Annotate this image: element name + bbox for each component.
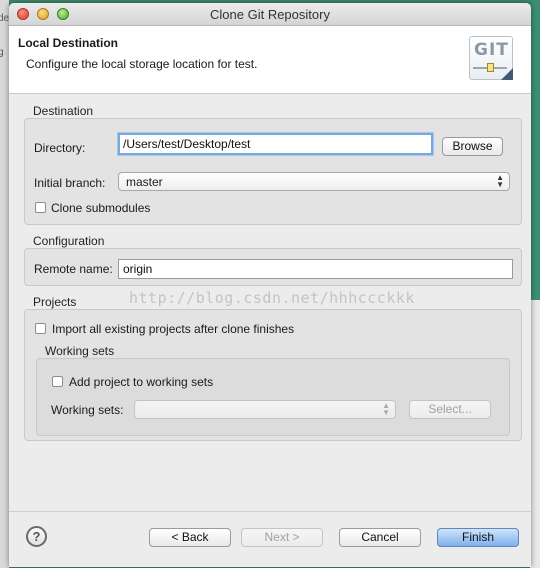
browse-button[interactable]: Browse [442,137,503,156]
git-logo-slider-knob [487,63,494,72]
page-description: Configure the local storage location for… [26,57,258,71]
select-arrows-icon: ▲ ▼ [496,173,504,189]
back-button[interactable]: < Back [149,528,231,547]
cancel-button[interactable]: Cancel [339,528,421,547]
background-text-fragment: de [0,13,10,24]
add-to-working-sets-label[interactable]: Add project to working sets [69,375,213,389]
directory-input[interactable] [118,133,433,155]
remote-name-label: Remote name: [34,262,113,276]
import-projects-checkbox[interactable] [35,323,46,334]
clone-git-repository-dialog: Clone Git Repository Local Destination C… [9,3,531,567]
working-sets-select[interactable]: ▲ ▼ [134,400,396,419]
background-panel [530,0,540,300]
initial-branch-value: master [126,175,163,189]
working-sets-group-label: Working sets [45,344,115,358]
page-title: Local Destination [18,36,119,50]
footer-separator [9,511,531,512]
git-logo-text: GIT [474,40,509,60]
finish-button[interactable]: Finish [437,528,519,547]
working-sets-label: Working sets: [51,403,124,417]
clone-submodules-label[interactable]: Clone submodules [51,201,150,215]
background-text-fragment: g [0,47,4,58]
configuration-group-label: Configuration [33,234,105,248]
background-app-right-edge [530,0,540,568]
working-sets-group [36,358,510,436]
import-projects-label[interactable]: Import all existing projects after clone… [52,322,294,336]
remote-name-input[interactable] [118,259,513,279]
background-app-left-edge: de g [0,0,9,568]
git-wizard-icon: GIT [469,36,513,80]
initial-branch-label: Initial branch: [34,176,106,190]
git-logo-corner [501,68,513,80]
next-button[interactable]: Next > [241,528,323,547]
wizard-header: Local Destination Configure the local st… [9,26,531,94]
initial-branch-select[interactable]: master ▲ ▼ [118,172,510,191]
add-to-working-sets-checkbox[interactable] [52,376,63,387]
watermark-text: http://blog.csdn.net/hhhccckkk [129,289,415,307]
title-bar[interactable]: Clone Git Repository [9,3,531,26]
select-working-sets-button[interactable]: Select... [409,400,491,419]
destination-group-label: Destination [33,104,94,118]
clone-submodules-checkbox[interactable] [35,202,46,213]
select-arrows-icon: ▲ ▼ [382,401,390,417]
window-title: Clone Git Repository [210,7,330,22]
projects-group-label: Projects [33,295,77,309]
directory-label: Directory: [34,141,86,155]
help-icon[interactable]: ? [26,526,47,547]
